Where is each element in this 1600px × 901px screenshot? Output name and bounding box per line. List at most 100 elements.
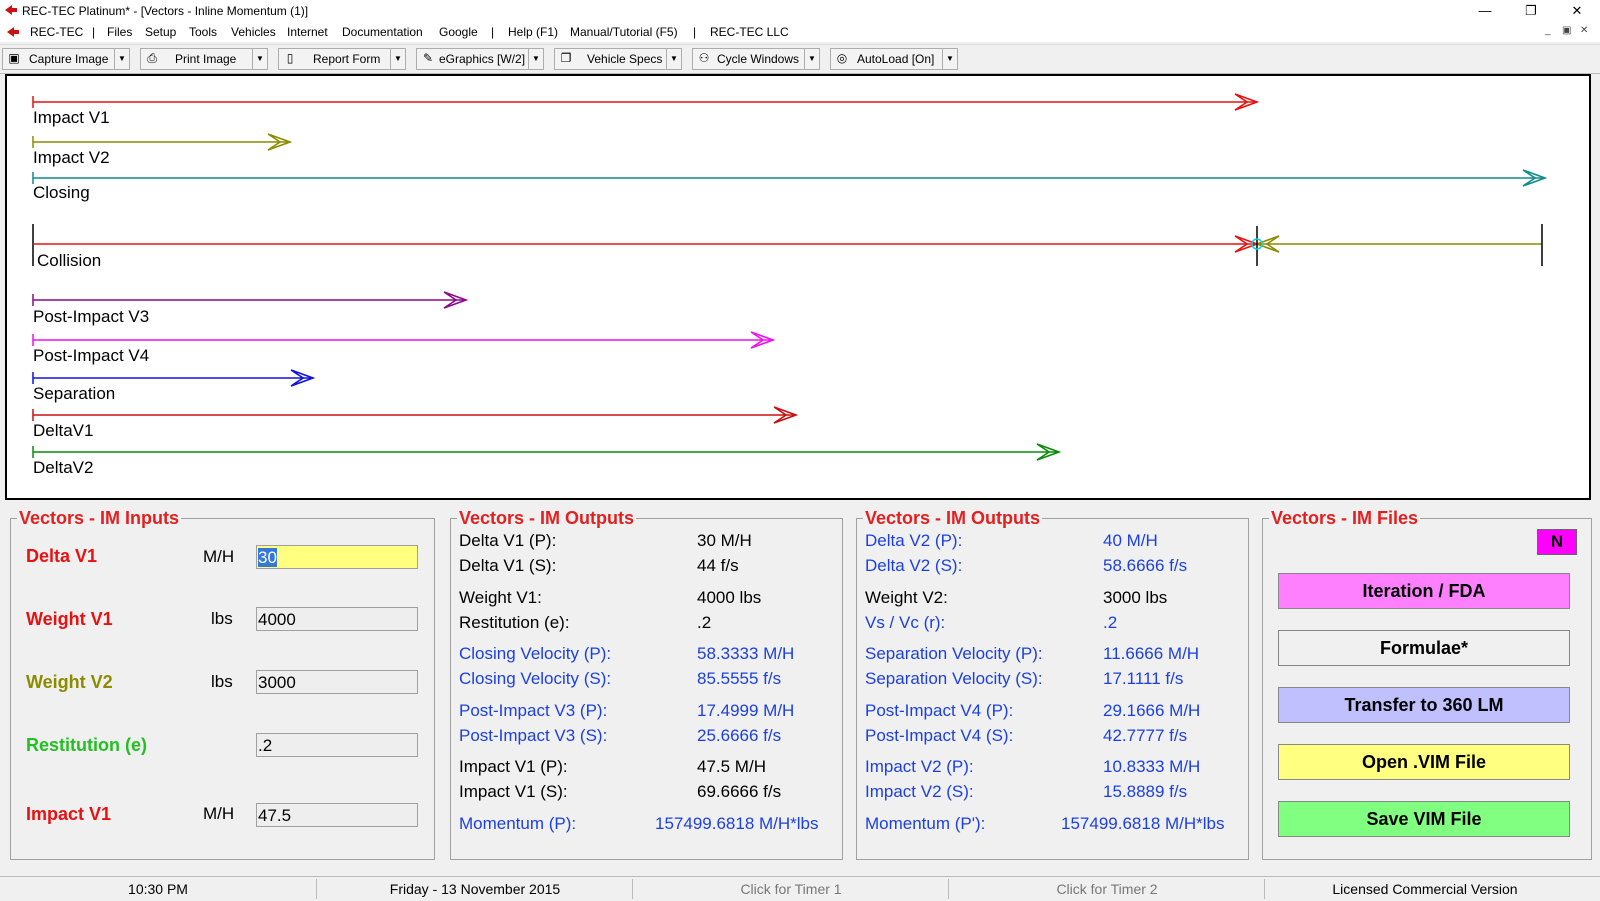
- capture-image-button[interactable]: ▣ Capture Image ▼: [2, 48, 130, 70]
- transfer-to-360-lm-button[interactable]: Transfer to 360 LM: [1278, 687, 1570, 723]
- menu-bar: REC-TEC | Files Setup Tools Vehicles Int…: [0, 22, 1600, 42]
- delta-v1-input[interactable]: 30: [256, 545, 418, 569]
- vector-label-post-impact-v4: Post-Impact V4: [33, 346, 150, 365]
- output-label: Separation Velocity (P):: [865, 644, 1043, 663]
- output-value: 58.3333 M/H: [697, 644, 795, 663]
- vector-canvas: Impact V1 Impact V2 Closing Collision Po…: [5, 74, 1591, 500]
- output-value: 47.5 M/H: [697, 757, 766, 776]
- vector-label-separation: Separation: [33, 384, 116, 403]
- autoload-button[interactable]: ◎ AutoLoad [On] ▼: [830, 48, 958, 70]
- chevron-down-icon[interactable]: ▼: [252, 49, 267, 69]
- weight-v1-label: Weight V1: [26, 609, 113, 629]
- iteration-fda-button[interactable]: Iteration / FDA: [1278, 573, 1570, 609]
- output-value: 15.8889 f/s: [1103, 782, 1188, 801]
- output-value: .2: [697, 613, 712, 632]
- output-value: 30 M/H: [697, 531, 752, 550]
- output-value: 157499.6818 M/H*lbs: [1061, 814, 1225, 833]
- output-label: Post-Impact V3 (S):: [459, 726, 608, 745]
- outputs-panel-v1-title: Vectors - IM Outputs: [457, 508, 637, 529]
- output-value: 4000 lbs: [697, 588, 762, 607]
- chevron-down-icon[interactable]: ▼: [114, 49, 129, 69]
- vector-label-impact-v2: Impact V2: [33, 148, 110, 167]
- menu-rec-tec-llc[interactable]: REC-TEC LLC: [710, 25, 789, 39]
- output-value: 85.5555 f/s: [697, 669, 782, 688]
- restitution-input[interactable]: .2: [256, 733, 418, 757]
- output-label: Post-Impact V4 (S):: [865, 726, 1014, 745]
- mdi-restore-button[interactable]: ▣: [1562, 25, 1571, 36]
- pencil-icon: ✎: [422, 51, 434, 65]
- menu-separator: |: [92, 25, 96, 39]
- weight-v2-label: Weight V2: [26, 672, 113, 692]
- outputs-panel-v2-title: Vectors - IM Outputs: [863, 508, 1043, 529]
- vector-label-collision: Collision: [37, 251, 102, 270]
- app-menu-icon[interactable]: [6, 26, 20, 38]
- formulae-button[interactable]: Formulae*: [1278, 630, 1570, 666]
- window-title: REC-TEC Platinum* - [Vectors - Inline Mo…: [22, 4, 309, 18]
- files-panel: Vectors - IM Files N Iteration / FDA For…: [1262, 508, 1592, 860]
- camera-icon: ▣: [8, 51, 20, 65]
- minimize-button[interactable]: —: [1462, 0, 1508, 22]
- output-label: Weight V1:: [459, 588, 542, 607]
- chevron-down-icon[interactable]: ▼: [804, 49, 819, 69]
- menu-internet[interactable]: Internet: [287, 25, 328, 39]
- open-vim-file-button[interactable]: Open .VIM File: [1278, 744, 1570, 780]
- output-value: 157499.6818 M/H*lbs: [655, 814, 819, 833]
- output-value: 25.6666 f/s: [697, 726, 782, 745]
- status-license: Licensed Commercial Version: [1332, 881, 1518, 897]
- menu-files[interactable]: Files: [107, 25, 132, 39]
- menu-rec-tec[interactable]: REC-TEC: [30, 25, 83, 39]
- delta-v1-unit: M/H: [203, 547, 235, 566]
- output-value: 11.6666 M/H: [1103, 644, 1200, 663]
- weight-v2-input[interactable]: 3000: [256, 670, 418, 694]
- status-bar: 10:30 PM Friday - 13 November 2015 Click…: [0, 876, 1600, 901]
- menu-google[interactable]: Google: [439, 25, 478, 39]
- outputs-panel-v2: Vectors - IM Outputs Delta V2 (P): 40 M/H…: [856, 508, 1249, 860]
- output-value: 29.1666 M/H: [1103, 701, 1201, 720]
- toolbar: ▣ Capture Image ▼ ⎙ Print Image ▼ ▯ Repo…: [0, 44, 1600, 74]
- app-icon: [5, 5, 17, 15]
- output-value: 69.6666 f/s: [697, 782, 782, 801]
- output-label: Vs / Vc (r):: [865, 613, 946, 632]
- output-value: 42.7777 f/s: [1103, 726, 1188, 745]
- cycle-windows-button[interactable]: ⚇ Cycle Windows ▼: [692, 48, 820, 70]
- report-icon: ▯: [286, 51, 294, 65]
- new-badge-button[interactable]: N: [1537, 529, 1577, 555]
- output-value: 58.6666 f/s: [1103, 556, 1188, 575]
- chevron-down-icon[interactable]: ▼: [528, 49, 543, 69]
- timer-2-button[interactable]: Click for Timer 2: [950, 879, 1265, 899]
- output-label: Delta V1 (P):: [459, 531, 557, 550]
- menu-vehicles[interactable]: Vehicles: [231, 25, 276, 39]
- mdi-close-button[interactable]: ✕: [1580, 25, 1588, 36]
- vector-label-impact-v1: Impact V1: [33, 108, 110, 127]
- close-button[interactable]: ✕: [1554, 0, 1600, 22]
- mdi-minimize-button[interactable]: _: [1545, 25, 1551, 36]
- output-label: Impact V1 (P):: [459, 757, 568, 776]
- output-label: Impact V2 (P):: [865, 757, 974, 776]
- output-label: Closing Velocity (P):: [459, 644, 612, 663]
- impact-v1-unit: M/H: [203, 804, 235, 823]
- restore-button[interactable]: ❐: [1508, 0, 1554, 22]
- timer-1-button[interactable]: Click for Timer 1: [634, 879, 949, 899]
- inputs-panel-title: Vectors - IM Inputs: [17, 508, 182, 529]
- chevron-down-icon[interactable]: ▼: [942, 49, 957, 69]
- output-label: Impact V2 (S):: [865, 782, 974, 801]
- save-vim-file-button[interactable]: Save VIM File: [1278, 801, 1570, 837]
- chevron-down-icon[interactable]: ▼: [666, 49, 681, 69]
- menu-manual-tutorial[interactable]: Manual/Tutorial (F5): [570, 25, 678, 39]
- globe-icon: ◎: [836, 51, 848, 65]
- report-form-button[interactable]: ▯ Report Form ▼: [278, 48, 406, 70]
- restitution-label: Restitution (e): [26, 735, 147, 755]
- vector-diagram: [32, 93, 1548, 461]
- egraphics-button[interactable]: ✎ eGraphics [W/2] ▼: [416, 48, 544, 70]
- menu-documentation[interactable]: Documentation: [342, 25, 423, 39]
- weight-v1-input[interactable]: 4000: [256, 607, 418, 631]
- status-date: Friday - 13 November 2015: [318, 879, 633, 899]
- output-label: Momentum (P'):: [865, 814, 986, 833]
- vehicle-specs-button[interactable]: ❐ Vehicle Specs ▼: [554, 48, 682, 70]
- print-image-button[interactable]: ⎙ Print Image ▼: [140, 48, 268, 70]
- impact-v1-input[interactable]: 47.5: [256, 803, 418, 827]
- menu-help[interactable]: Help (F1): [508, 25, 558, 39]
- menu-setup[interactable]: Setup: [145, 25, 176, 39]
- menu-tools[interactable]: Tools: [189, 25, 217, 39]
- chevron-down-icon[interactable]: ▼: [390, 49, 405, 69]
